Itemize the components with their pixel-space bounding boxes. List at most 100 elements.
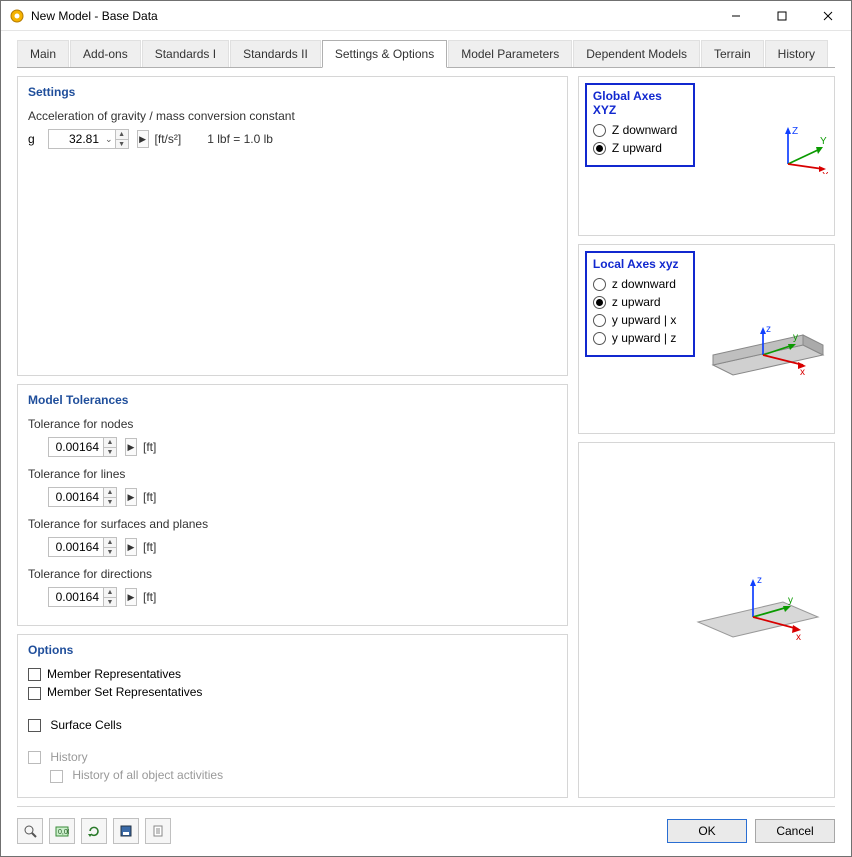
option-1[interactable]: Member Set Representatives — [28, 685, 557, 699]
svg-text:z: z — [766, 324, 771, 335]
tolerance-step-1[interactable]: ▶ — [125, 488, 137, 506]
dialog-window: New Model - Base Data MainAdd-onsStandar… — [0, 0, 852, 857]
local-axes-title: Local Axes xyz — [593, 257, 687, 271]
local-axes-radio-0[interactable] — [593, 278, 606, 291]
gravity-spin-down[interactable]: ▼ — [116, 139, 128, 148]
tolerance-step-2[interactable]: ▶ — [125, 538, 137, 556]
tolerance-spin-down-3[interactable]: ▼ — [104, 597, 116, 606]
gravity-spin-up[interactable]: ▲ — [116, 130, 128, 139]
surface-cells-checkbox[interactable] — [28, 719, 41, 732]
history-label: History — [50, 750, 87, 764]
cancel-button[interactable]: Cancel — [755, 819, 835, 843]
tolerance-value-1[interactable]: 0.00164 — [49, 490, 103, 504]
tab-main[interactable]: Main — [17, 40, 69, 67]
beam-axes-icon: z y x — [708, 320, 828, 400]
option-label-0: Member Representatives — [47, 667, 181, 681]
tolerance-spinbox-3[interactable]: 0.00164▲▼ — [48, 587, 117, 607]
tab-bar: MainAdd-onsStandards IStandards IISettin… — [1, 31, 851, 67]
svg-text:x: x — [796, 632, 801, 643]
global-axes-radio-0[interactable] — [593, 124, 606, 137]
tolerance-spin-up-2[interactable]: ▲ — [104, 538, 116, 547]
refresh-tool-button[interactable] — [81, 818, 107, 844]
tolerance-spin-down-0[interactable]: ▼ — [104, 447, 116, 456]
option-checkbox-0[interactable] — [28, 668, 41, 681]
tab-settings-options[interactable]: Settings & Options — [322, 40, 447, 68]
gravity-step-right[interactable]: ▶ — [137, 130, 149, 148]
tolerance-spin-up-3[interactable]: ▲ — [104, 588, 116, 597]
local-axes-options: z downward z upward y upward | x y upward |… — [593, 277, 687, 345]
maximize-button[interactable] — [759, 1, 805, 31]
tab-history[interactable]: History — [765, 40, 828, 67]
local-axes-radio-3[interactable] — [593, 332, 606, 345]
list-tool-button[interactable] — [145, 818, 171, 844]
tolerance-value-0[interactable]: 0.00164 — [49, 440, 103, 454]
tab-standards-i[interactable]: Standards I — [142, 40, 229, 67]
tolerance-value-2[interactable]: 0.00164 — [49, 540, 103, 554]
tolerance-spin-up-1[interactable]: ▲ — [104, 488, 116, 497]
units-tool-button[interactable]: 0,00 — [49, 818, 75, 844]
option-label-1: Member Set Representatives — [47, 685, 202, 699]
tolerances-list: Tolerance for nodes0.00164▲▼▶[ft]Toleran… — [28, 417, 557, 607]
tolerances-panel: Model Tolerances Tolerance for nodes0.00… — [17, 384, 568, 626]
tolerance-step-3[interactable]: ▶ — [125, 588, 137, 606]
local-axes-option-2[interactable]: y upward | x — [593, 313, 687, 327]
surface-axes-icon: z y x — [688, 567, 828, 667]
surface-cells-option[interactable]: Surface Cells — [28, 718, 557, 732]
local-axes-option-0[interactable]: z downward — [593, 277, 687, 291]
global-axes-label-1: Z upward — [612, 141, 662, 155]
titlebar: New Model - Base Data — [1, 1, 851, 31]
tolerance-value-3[interactable]: 0.00164 — [49, 590, 103, 604]
close-button[interactable] — [805, 1, 851, 31]
gravity-spinbox[interactable]: 32.81 ⌄ ▲ ▼ — [48, 129, 129, 149]
gravity-dropdown-icon[interactable]: ⌄ — [103, 134, 115, 145]
tolerance-label-0: Tolerance for nodes — [28, 417, 557, 431]
global-axes-title: Global Axes XYZ — [593, 89, 687, 117]
svg-text:Y: Y — [820, 136, 827, 147]
tolerance-spinbox-1[interactable]: 0.00164▲▼ — [48, 487, 117, 507]
right-column: Global Axes XYZ Z downward Z upward Z Y X — [578, 68, 835, 798]
option-0[interactable]: Member Representatives — [28, 667, 557, 681]
tolerance-spinbox-2[interactable]: 0.00164▲▼ — [48, 537, 117, 557]
tab-dependent-models[interactable]: Dependent Models — [573, 40, 700, 67]
button-bar: 0,00 OK Cancel — [17, 806, 835, 846]
local-axes-option-1[interactable]: z upward — [593, 295, 687, 309]
global-axes-icon: Z Y X — [778, 124, 828, 174]
tolerance-spin-up-0[interactable]: ▲ — [104, 438, 116, 447]
global-axes-highlight: Global Axes XYZ Z downward Z upward — [585, 83, 695, 167]
surface-cells-label: Surface Cells — [50, 718, 121, 732]
tolerance-unit-1: [ft] — [143, 490, 156, 504]
options-list: Member Representatives Member Set Represe… — [28, 667, 557, 700]
local-axes-radio-1[interactable] — [593, 296, 606, 309]
tolerance-spinbox-0[interactable]: 0.00164▲▼ — [48, 437, 117, 457]
option-checkbox-1[interactable] — [28, 687, 41, 700]
ok-button[interactable]: OK — [667, 819, 747, 843]
svg-text:z: z — [757, 575, 762, 586]
svg-text:X: X — [822, 171, 828, 174]
minimize-button[interactable] — [713, 1, 759, 31]
tolerance-unit-3: [ft] — [143, 590, 156, 604]
tab-standards-ii[interactable]: Standards II — [230, 40, 321, 67]
save-tool-button[interactable] — [113, 818, 139, 844]
global-axes-radio-1[interactable] — [593, 142, 606, 155]
global-axes-option-1[interactable]: Z upward — [593, 141, 687, 155]
tab-terrain[interactable]: Terrain — [701, 40, 764, 67]
tolerance-step-0[interactable]: ▶ — [125, 438, 137, 456]
refresh-icon — [87, 824, 101, 838]
gravity-unit: [ft/s²] — [155, 132, 182, 146]
document-icon — [151, 824, 165, 838]
history-sub-label: History of all object activities — [72, 768, 223, 782]
help-tool-button[interactable] — [17, 818, 43, 844]
maximize-icon — [777, 11, 787, 21]
gravity-value[interactable]: 32.81 — [49, 132, 103, 146]
tolerance-spin-down-2[interactable]: ▼ — [104, 547, 116, 556]
global-axes-option-0[interactable]: Z downward — [593, 123, 687, 137]
local-axes-radio-2[interactable] — [593, 314, 606, 327]
gravity-symbol: g — [28, 132, 42, 146]
local-axes-option-3[interactable]: y upward | z — [593, 331, 687, 345]
acceleration-label: Acceleration of gravity / mass conversio… — [28, 109, 557, 123]
tolerance-spin-down-1[interactable]: ▼ — [104, 497, 116, 506]
tab-add-ons[interactable]: Add-ons — [70, 40, 141, 67]
left-column: Settings Acceleration of gravity / mass … — [17, 68, 568, 798]
tab-model-parameters[interactable]: Model Parameters — [448, 40, 572, 67]
svg-text:0,00: 0,00 — [58, 829, 69, 836]
